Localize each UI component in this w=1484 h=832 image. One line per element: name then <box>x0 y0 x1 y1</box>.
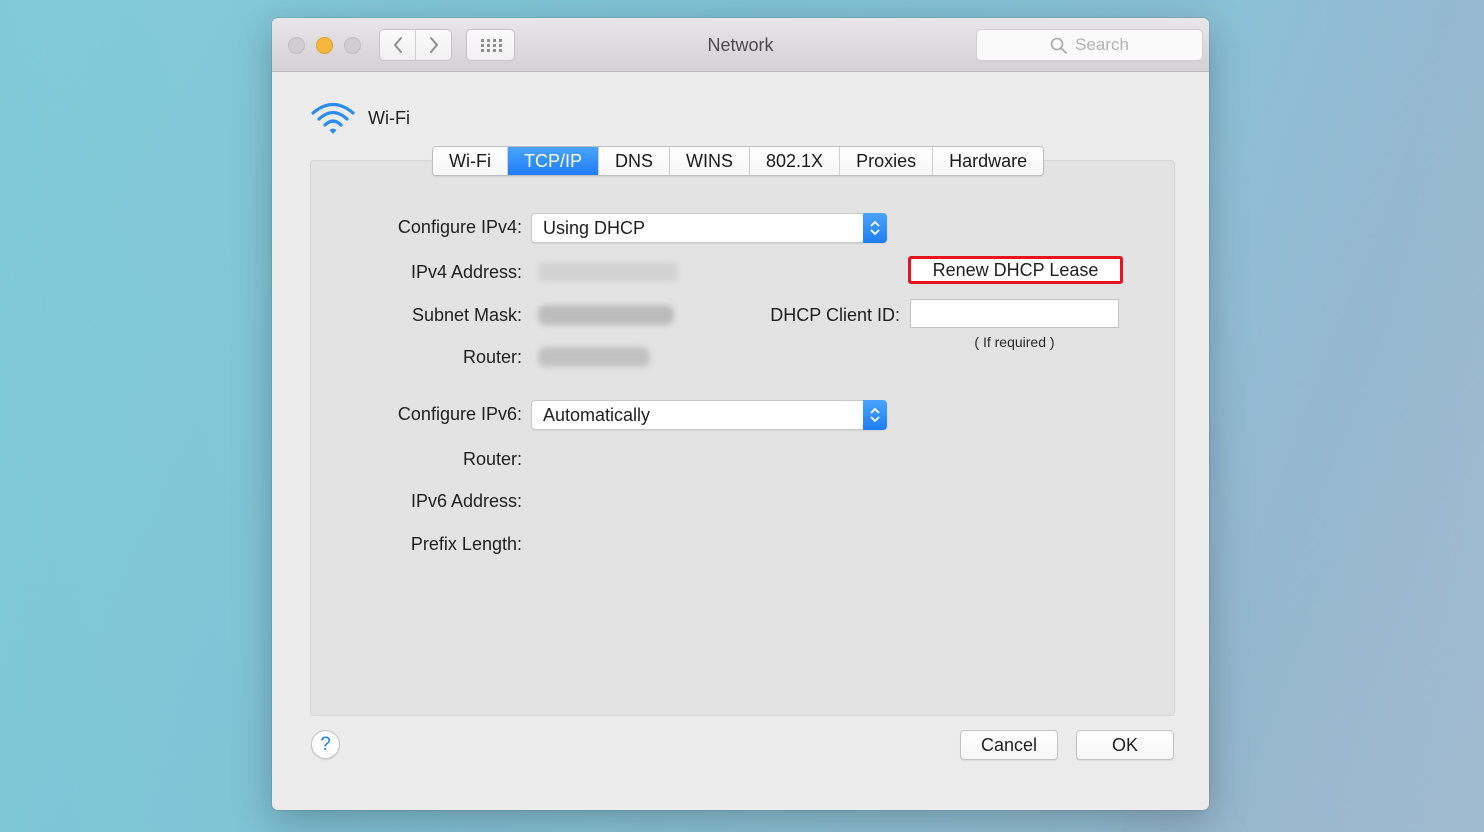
configure-ipv4-label: Configure IPv4: <box>397 217 522 237</box>
tab-bar: Wi-Fi TCP/IP DNS WINS 802.1X Proxies Har… <box>432 146 1045 176</box>
network-window: Network Search Wi-Fi Wi-Fi TCP/IP DNS WI… <box>272 18 1209 810</box>
router-label: Router: <box>462 347 522 367</box>
service-header: Wi-Fi <box>310 100 410 136</box>
ok-button[interactable]: OK <box>1076 730 1174 760</box>
tab-proxies[interactable]: Proxies <box>840 147 934 175</box>
tab-hardware[interactable]: Hardware <box>933 147 1044 175</box>
configure-ipv4-value: Using DHCP <box>543 217 646 238</box>
dhcp-client-id-input[interactable] <box>910 299 1119 328</box>
dhcp-client-id-hint: ( If required ) <box>974 334 1055 350</box>
ipv6-router-label: Router: <box>462 449 522 469</box>
tab-wins[interactable]: WINS <box>670 147 751 175</box>
tab-wifi[interactable]: Wi-Fi <box>433 147 508 175</box>
up-down-chevron-icon <box>863 400 887 430</box>
router-redacted <box>538 347 650 367</box>
dhcp-client-id-label: DHCP Client ID: <box>770 305 900 325</box>
configure-ipv6-select[interactable]: Automatically <box>531 400 887 430</box>
search-field[interactable]: Search <box>976 29 1203 61</box>
tab-8021x[interactable]: 802.1X <box>750 147 841 175</box>
configure-ipv6-value: Automatically <box>543 404 651 425</box>
wifi-icon <box>311 102 355 134</box>
titlebar: Network Search <box>272 18 1209 72</box>
background-shape <box>0 0 240 832</box>
configure-ipv4-select[interactable]: Using DHCP <box>531 213 887 243</box>
renew-dhcp-lease-button[interactable]: Renew DHCP Lease <box>908 256 1123 284</box>
configure-ipv6-label: Configure IPv6: <box>397 404 522 424</box>
settings-panel <box>310 160 1175 716</box>
prefix-length-label: Prefix Length: <box>410 534 522 554</box>
ipv4-address-label: IPv4 Address: <box>410 262 522 282</box>
tab-dns[interactable]: DNS <box>599 147 671 175</box>
help-button[interactable]: ? <box>311 730 340 759</box>
search-icon <box>1050 37 1067 54</box>
ipv4-address-redacted <box>538 262 678 282</box>
up-down-chevron-icon <box>863 213 887 243</box>
cancel-button[interactable]: Cancel <box>960 730 1058 760</box>
tab-tcpip[interactable]: TCP/IP <box>507 147 599 175</box>
service-name: Wi-Fi <box>368 107 410 128</box>
ipv6-address-label: IPv6 Address: <box>410 491 522 511</box>
subnet-mask-label: Subnet Mask: <box>411 305 522 325</box>
search-placeholder: Search <box>1075 35 1129 54</box>
